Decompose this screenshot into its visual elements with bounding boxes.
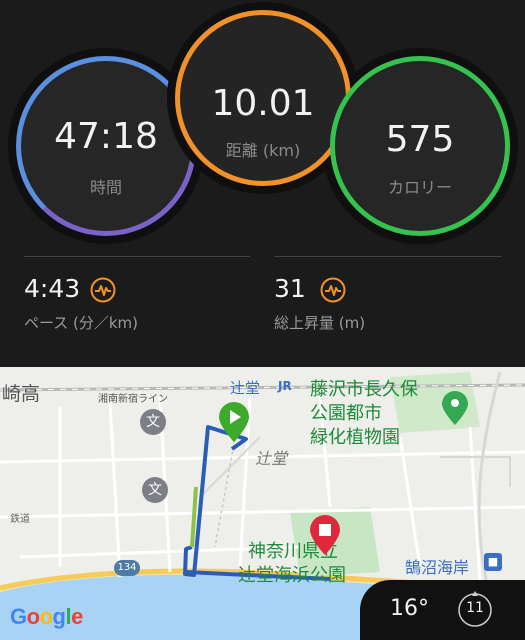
calories-ring[interactable]: 575 カロリー [330, 56, 510, 236]
map-label-park-2: 公園都市 [310, 403, 382, 424]
calories-value: 575 [385, 119, 455, 160]
ascent-label: 総上昇量 (m) [274, 314, 366, 332]
wind-speed-value: 11 [466, 600, 484, 616]
distance-ring[interactable]: 10.01 距離 (km) [175, 10, 351, 186]
route-134-shield: 134 [114, 560, 140, 576]
calories-label: カロリー [387, 178, 452, 197]
map-label-kugenuma: 鵠沼海岸 [405, 558, 470, 577]
temperature-value: 16° [390, 596, 429, 621]
weather-widget[interactable]: 16° 11 [360, 580, 525, 640]
distance-value: 10.01 [211, 83, 315, 124]
time-label: 時間 [89, 178, 122, 197]
start-flag-icon[interactable] [219, 402, 249, 442]
divider-left [24, 256, 250, 257]
park-icon[interactable] [442, 391, 468, 425]
divider-right [274, 256, 502, 257]
pace-activity-icon [90, 277, 116, 303]
pace-value: 4:43 [24, 274, 81, 303]
school-icon[interactable]: 文 [142, 477, 168, 503]
map-label-city-left: 崎高 [2, 383, 41, 405]
train-station-icon[interactable]: ■ [484, 553, 502, 571]
map-label-rail-small: 鉄道 [10, 514, 30, 525]
time-value: 47:18 [54, 116, 158, 157]
map-label-park-3: 緑化植物園 [310, 427, 400, 448]
finish-pin-icon[interactable] [310, 515, 340, 555]
ascent-activity-icon [320, 277, 346, 303]
distance-label: 距離 (km) [225, 141, 301, 160]
map-label-park-1: 藤沢市長久保 [310, 379, 418, 400]
pace-label: ペース (分／km) [24, 314, 139, 332]
map-label-beach-park-2: 辻堂海浜公園 [238, 565, 346, 586]
map-label-rail-line: 湘南新宿ライン [98, 394, 168, 405]
activity-stats-panel: 47:18 時間 10.01 距離 (km) 575 カロリー 4:43 ペース… [0, 0, 525, 367]
map-label-jr: JR [278, 379, 292, 393]
map-label-station: 辻堂 [230, 379, 261, 397]
school-icon[interactable]: 文 [140, 409, 166, 435]
map-label-area: 辻堂 [255, 449, 288, 468]
ascent-value: 31 [274, 274, 306, 303]
google-logo: Google [10, 604, 83, 629]
